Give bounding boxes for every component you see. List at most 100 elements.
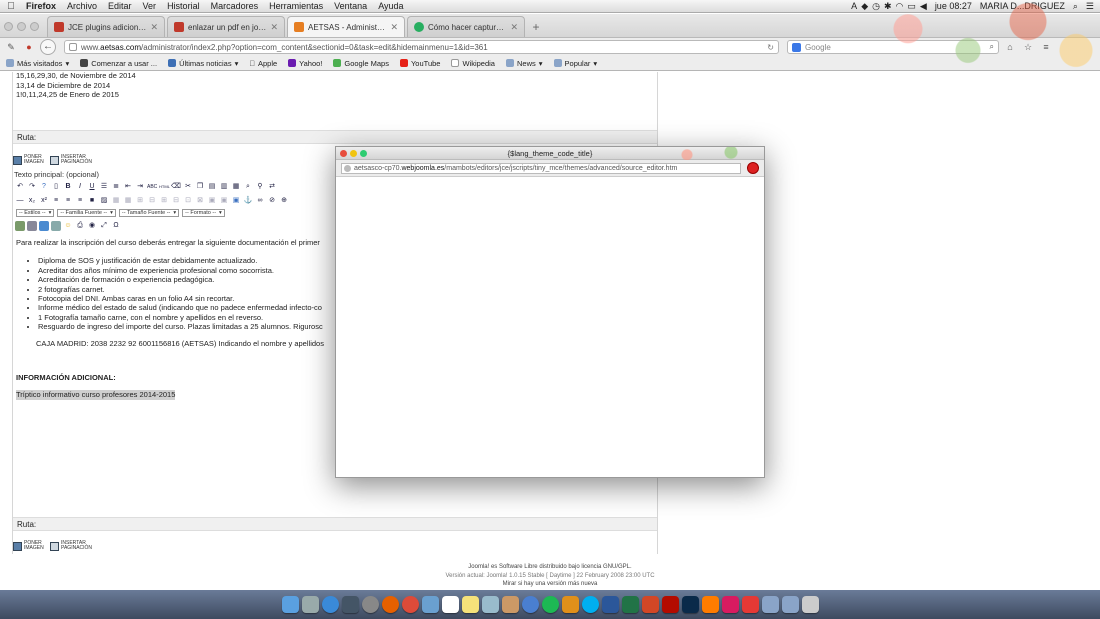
insert-file-icon[interactable] bbox=[27, 221, 37, 231]
acrobat-icon[interactable] bbox=[661, 596, 679, 613]
dropbox-icon[interactable]: ◆ bbox=[861, 1, 868, 12]
menu-icon[interactable]: ≡ bbox=[1039, 40, 1053, 54]
safari-icon[interactable] bbox=[321, 596, 339, 613]
menu-ayuda[interactable]: Ayuda bbox=[378, 1, 410, 11]
insert-media-icon[interactable] bbox=[39, 221, 49, 231]
finder-icon[interactable] bbox=[281, 596, 299, 613]
bookmark-star-icon[interactable]: ☆ bbox=[1021, 40, 1035, 54]
popup-stop-icon[interactable] bbox=[747, 162, 759, 174]
tab-jce-plugins[interactable]: JCE plugins adicionales - ... ✕ bbox=[47, 16, 165, 37]
bluetooth-icon[interactable]: ✱ bbox=[884, 1, 892, 12]
row-insert-icon[interactable]: ⊞ bbox=[135, 196, 145, 206]
site-identity-icon[interactable] bbox=[69, 43, 77, 51]
poner-imagen-button[interactable]: Poner imagen bbox=[13, 541, 44, 551]
user-name[interactable]: MARIA D...DRIGUEZ bbox=[980, 1, 1065, 11]
font-size-select[interactable]: -- Tamaño Fuente -- ▾ bbox=[118, 209, 180, 217]
popup-url-field[interactable]: aetsasco-cp70.webjoomla.es/mambots/edito… bbox=[341, 162, 741, 174]
excel-icon[interactable] bbox=[621, 596, 639, 613]
link-icon[interactable]: ∞ bbox=[255, 196, 265, 206]
cleanup-icon[interactable]: ⌫ bbox=[171, 182, 181, 192]
wifi-icon[interactable]: ◠ bbox=[896, 1, 904, 12]
reload-icon[interactable]: ↻ bbox=[767, 43, 774, 52]
paste-text-icon[interactable]: ▥ bbox=[219, 182, 229, 192]
bookmark-youtube[interactable]: YouTube bbox=[399, 59, 440, 68]
tab-close-icon[interactable]: ✕ bbox=[150, 22, 158, 33]
mail-icon[interactable] bbox=[421, 596, 439, 613]
tab-capturas[interactable]: Cómo hacer capturas de p... ✕ bbox=[407, 16, 525, 37]
powerpoint-icon[interactable] bbox=[641, 596, 659, 613]
bookmark-google-maps[interactable]: Google Maps bbox=[333, 59, 389, 68]
image-manager-icon[interactable]: ▣ bbox=[231, 196, 241, 206]
bookmark-apple[interactable]: Apple bbox=[249, 59, 277, 68]
menu-archivo[interactable]: Archivo bbox=[67, 1, 104, 11]
numbered-list-icon[interactable]: ≣ bbox=[111, 182, 121, 192]
search-replace-icon[interactable]: ⌕ bbox=[243, 182, 253, 192]
spellcheck-icon[interactable]: ABC bbox=[147, 182, 157, 192]
popup-titlebar[interactable]: {$lang_theme_code_title} bbox=[336, 147, 764, 160]
undo-icon[interactable]: ↶ bbox=[15, 182, 25, 192]
stop-icon[interactable]: ● bbox=[22, 40, 36, 54]
back-button[interactable]: ← bbox=[40, 39, 56, 55]
url-bar[interactable]: www. aetsas.com/administrator/index2.php?… bbox=[64, 40, 779, 54]
launchpad-icon[interactable] bbox=[301, 596, 319, 613]
menu-editar[interactable]: Editar bbox=[108, 1, 139, 11]
new-document-icon[interactable]: ▯ bbox=[51, 182, 61, 192]
bookmark-wikipedia[interactable]: Wikipedia bbox=[451, 59, 495, 68]
word-icon[interactable] bbox=[601, 596, 619, 613]
documents-folder-icon[interactable] bbox=[761, 596, 779, 613]
popup-body[interactable] bbox=[336, 177, 764, 477]
tab-enlazar-pdf[interactable]: enlazar un pdf en joomla ... ✕ bbox=[167, 16, 285, 37]
apple-icon[interactable]:  bbox=[0, 1, 22, 12]
redo-icon[interactable]: ↷ bbox=[27, 182, 37, 192]
system-preferences-icon[interactable] bbox=[361, 596, 379, 613]
format-select[interactable]: -- Formato -- ▾ bbox=[182, 209, 225, 217]
insert-date-icon[interactable] bbox=[51, 221, 61, 231]
minimize-window-button[interactable] bbox=[17, 21, 26, 31]
menu-ver[interactable]: Ver bbox=[143, 1, 164, 11]
downloads-folder-icon[interactable] bbox=[781, 596, 799, 613]
notification-center-icon[interactable]: ☰ bbox=[1086, 1, 1094, 12]
menu-marcadores[interactable]: Marcadores bbox=[211, 1, 266, 11]
insert-image-icon[interactable] bbox=[15, 221, 25, 231]
bookmark-ultimas-noticias[interactable]: Últimas noticias ▾ bbox=[168, 59, 238, 68]
menu-historial[interactable]: Historial bbox=[167, 1, 207, 11]
col-delete-icon[interactable]: ⊟ bbox=[171, 196, 181, 206]
bullet-list-icon[interactable]: ☰ bbox=[99, 182, 109, 192]
triptico-link[interactable]: Tríptico informativo curso profesores 20… bbox=[16, 390, 176, 400]
font-family-select[interactable]: -- Familia Fuente -- ▾ bbox=[57, 209, 116, 217]
subscript-icon[interactable]: x₂ bbox=[27, 196, 37, 206]
paste-icon[interactable]: ▤ bbox=[207, 182, 217, 192]
underline-icon[interactable]: U bbox=[87, 182, 97, 192]
italic-icon[interactable]: I bbox=[75, 182, 85, 192]
menu-app-name[interactable]: Firefox bbox=[26, 1, 63, 11]
clock[interactable]: jue 08:27 bbox=[935, 1, 972, 11]
col-insert-icon[interactable]: ⊞ bbox=[159, 196, 169, 206]
insertar-paginacion-button[interactable]: Insertar paginación bbox=[50, 155, 92, 165]
anchor-icon[interactable]: ⚓ bbox=[243, 196, 253, 206]
styles-select[interactable]: -- Estilos -- ▾ bbox=[16, 209, 55, 217]
advlink-icon[interactable]: ⊕ bbox=[279, 196, 289, 206]
trash-icon[interactable] bbox=[801, 596, 819, 613]
close-window-button[interactable] bbox=[4, 21, 13, 31]
notes-icon[interactable] bbox=[461, 596, 479, 613]
bookmark-popular[interactable]: Popular ▾ bbox=[553, 59, 597, 68]
chrome-icon[interactable] bbox=[401, 596, 419, 613]
menu-ventana[interactable]: Ventana bbox=[334, 1, 374, 11]
new-tab-button[interactable]: + bbox=[527, 17, 545, 37]
search-input[interactable]: Google ⌕ bbox=[787, 40, 999, 54]
app-store-icon[interactable] bbox=[561, 596, 579, 613]
spotify-icon[interactable] bbox=[541, 596, 559, 613]
firefox-icon[interactable] bbox=[381, 596, 399, 613]
cut-icon[interactable]: ✂ bbox=[183, 182, 193, 192]
tab-close-icon[interactable]: ✕ bbox=[510, 22, 518, 33]
find-icon[interactable]: ⚲ bbox=[255, 182, 265, 192]
menu-herramientas[interactable]: Herramientas bbox=[269, 1, 330, 11]
copy-icon[interactable]: ❐ bbox=[195, 182, 205, 192]
merge-cells-icon[interactable]: ⊡ bbox=[183, 196, 193, 206]
skype-icon[interactable] bbox=[581, 596, 599, 613]
tools-icon[interactable]: ✎ bbox=[4, 40, 18, 54]
google-icon[interactable] bbox=[792, 42, 801, 52]
adobe-icon[interactable]: A bbox=[851, 1, 857, 12]
insertar-paginacion-button[interactable]: Insertar paginación bbox=[50, 541, 92, 551]
intro-dates[interactable]: 15,16,29,30, de Noviembre de 2014 13,14 … bbox=[16, 71, 136, 100]
